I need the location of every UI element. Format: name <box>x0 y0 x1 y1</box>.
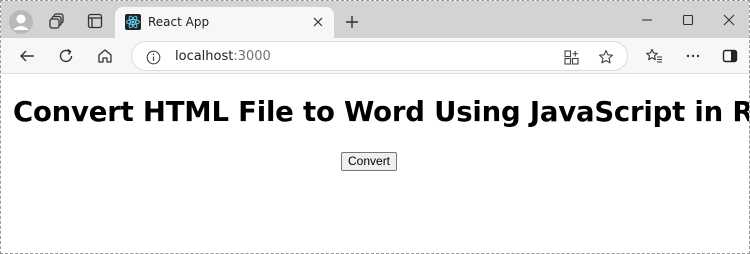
sidebar-icon <box>722 49 738 63</box>
app-available-button[interactable] <box>561 47 581 67</box>
plus-icon <box>346 16 358 28</box>
app-icon <box>563 49 579 65</box>
minimize-button[interactable] <box>630 7 664 33</box>
tab-strip: React App <box>1 1 749 38</box>
star-icon <box>598 49 614 64</box>
site-info-button[interactable] <box>144 48 162 66</box>
maximize-button[interactable] <box>671 7 705 33</box>
more-options-button[interactable] <box>678 41 708 71</box>
react-logo-icon <box>125 14 141 30</box>
favorites-icon <box>645 48 662 63</box>
info-icon <box>146 50 160 64</box>
workspaces-button[interactable] <box>42 7 72 35</box>
browser-window: React App localhost:3000 Convert HTML Fi… <box>0 0 750 254</box>
favorite-button[interactable] <box>596 47 616 67</box>
back-arrow-icon <box>20 50 34 62</box>
close-icon <box>723 14 735 26</box>
maximize-icon <box>682 14 694 26</box>
minimize-icon <box>642 19 652 21</box>
ellipsis-icon <box>686 54 700 58</box>
tab-react-app[interactable]: React App <box>115 7 334 38</box>
browser-toolbar: localhost:3000 <box>1 38 749 73</box>
home-button[interactable] <box>90 41 120 71</box>
convert-button[interactable]: Convert <box>341 152 398 171</box>
page-content: Convert HTML File to Word Using JavaScri… <box>1 74 750 253</box>
url-port: :3000 <box>233 49 271 64</box>
close-icon <box>313 17 323 27</box>
tab-close-button[interactable] <box>309 13 327 31</box>
refresh-icon <box>59 48 73 63</box>
workspaces-icon <box>49 13 64 29</box>
page-title: Convert HTML File to Word Using JavaScri… <box>13 96 750 128</box>
sidebar-button[interactable] <box>715 41 745 71</box>
favorites-button[interactable] <box>639 41 669 71</box>
tab-actions-button[interactable] <box>80 7 110 35</box>
window-close-button[interactable] <box>712 7 746 33</box>
tab-title: React App <box>148 15 210 29</box>
tab-actions-icon <box>87 13 103 29</box>
url-text: localhost:3000 <box>175 49 271 64</box>
url-host: localhost <box>175 49 234 64</box>
new-tab-button[interactable] <box>337 8 367 36</box>
back-button[interactable] <box>12 41 42 71</box>
avatar-icon <box>9 10 33 34</box>
address-bar[interactable]: localhost:3000 <box>131 41 628 71</box>
home-icon <box>98 49 112 63</box>
refresh-button[interactable] <box>51 41 81 71</box>
profile-avatar-button[interactable] <box>7 8 35 36</box>
